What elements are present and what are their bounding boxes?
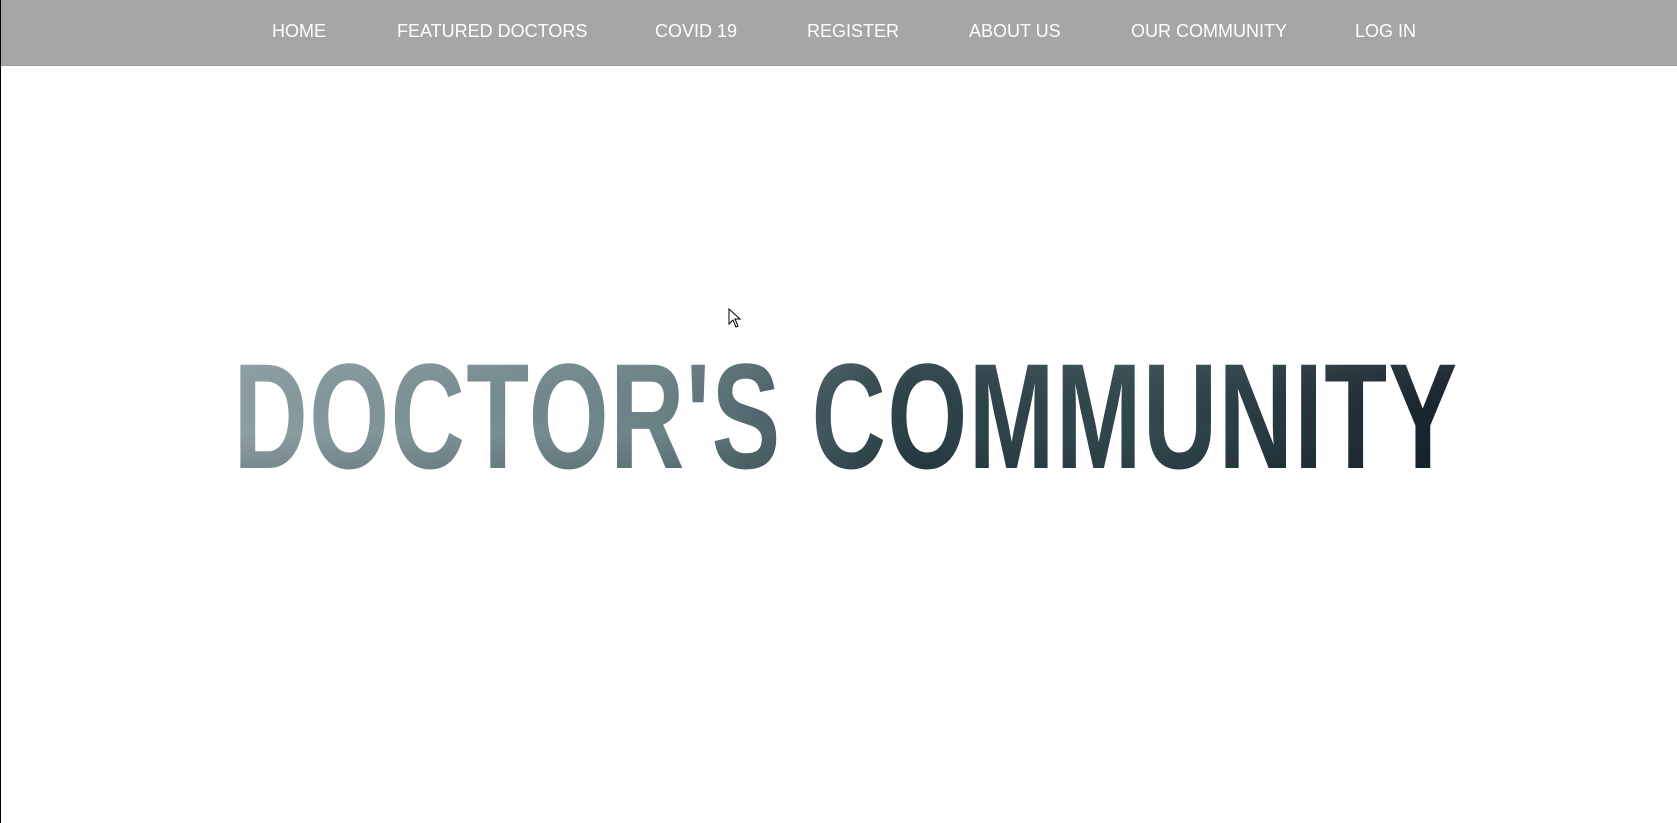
hero-title-graphic: DOCTOR'S COMMUNITY DOCTOR'S COMMUNITY [234,340,1459,480]
nav-register[interactable]: REGISTER [807,20,899,42]
nav-log-in[interactable]: LOG IN [1355,20,1416,42]
nav-about-us[interactable]: ABOUT US [969,20,1061,42]
nav-featured-doctors[interactable]: FEATURED DOCTORS [397,20,587,42]
hero-title-shading: DOCTOR'S COMMUNITY [234,340,1459,480]
nav-home[interactable]: HOME [272,20,326,42]
page: HOME FEATURED DOCTORS COVID 19 REGISTER … [0,0,1677,823]
nav-our-community[interactable]: OUR COMMUNITY [1131,20,1287,42]
hero-banner: DOCTOR'S COMMUNITY DOCTOR'S COMMUNITY [231,340,1461,480]
mouse-pointer-icon [728,308,742,328]
nav-list: HOME FEATURED DOCTORS COVID 19 REGISTER … [1,0,1677,62]
top-navbar: HOME FEATURED DOCTORS COVID 19 REGISTER … [1,0,1677,66]
nav-covid-19[interactable]: COVID 19 [655,20,737,42]
